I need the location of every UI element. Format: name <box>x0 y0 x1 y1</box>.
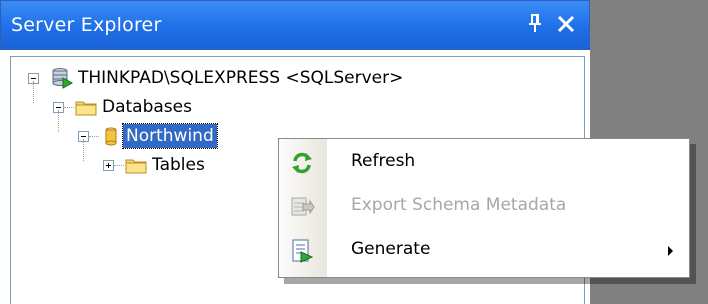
context-menu: Refresh Export Schema Metadata Generate <box>278 138 690 278</box>
tree-line <box>114 165 124 167</box>
folder-icon <box>125 159 147 174</box>
menu-item-generate[interactable]: Generate <box>279 229 689 271</box>
pin-icon[interactable] <box>524 12 546 36</box>
menu-item-export-schema-metadata[interactable]: Export Schema Metadata <box>279 185 689 227</box>
tree-node-databases[interactable]: Databases <box>11 94 311 120</box>
generate-icon <box>292 239 314 263</box>
submenu-arrow-icon <box>668 246 673 256</box>
database-server-icon <box>52 68 73 89</box>
menu-item-label: Generate <box>351 239 431 259</box>
menu-item-label: Export Schema Metadata <box>351 195 567 215</box>
panel-title-bar: Server Explorer <box>0 0 590 50</box>
tree-node-server[interactable]: THINKPAD\SQLEXPRESS <SQLServer> <box>11 65 571 91</box>
tables-label: Tables <box>152 155 205 175</box>
menu-item-label: Refresh <box>351 151 416 171</box>
panel-title: Server Explorer <box>11 14 162 36</box>
close-icon[interactable] <box>553 11 579 37</box>
folder-icon <box>75 101 97 116</box>
tree-line <box>89 136 99 138</box>
export-schema-icon <box>291 197 315 216</box>
expand-toggle[interactable] <box>103 160 114 171</box>
northwind-label: Northwind <box>122 123 218 149</box>
menu-item-refresh[interactable]: Refresh <box>279 141 689 183</box>
tree-node-tables[interactable]: Tables <box>11 152 281 178</box>
refresh-icon <box>292 152 312 174</box>
server-label: THINKPAD\SQLEXPRESS <SQLServer> <box>78 68 404 88</box>
tree-node-northwind[interactable]: Northwind <box>11 123 311 149</box>
database-icon <box>105 127 117 146</box>
databases-label: Databases <box>102 97 192 117</box>
tree-line <box>64 107 74 109</box>
